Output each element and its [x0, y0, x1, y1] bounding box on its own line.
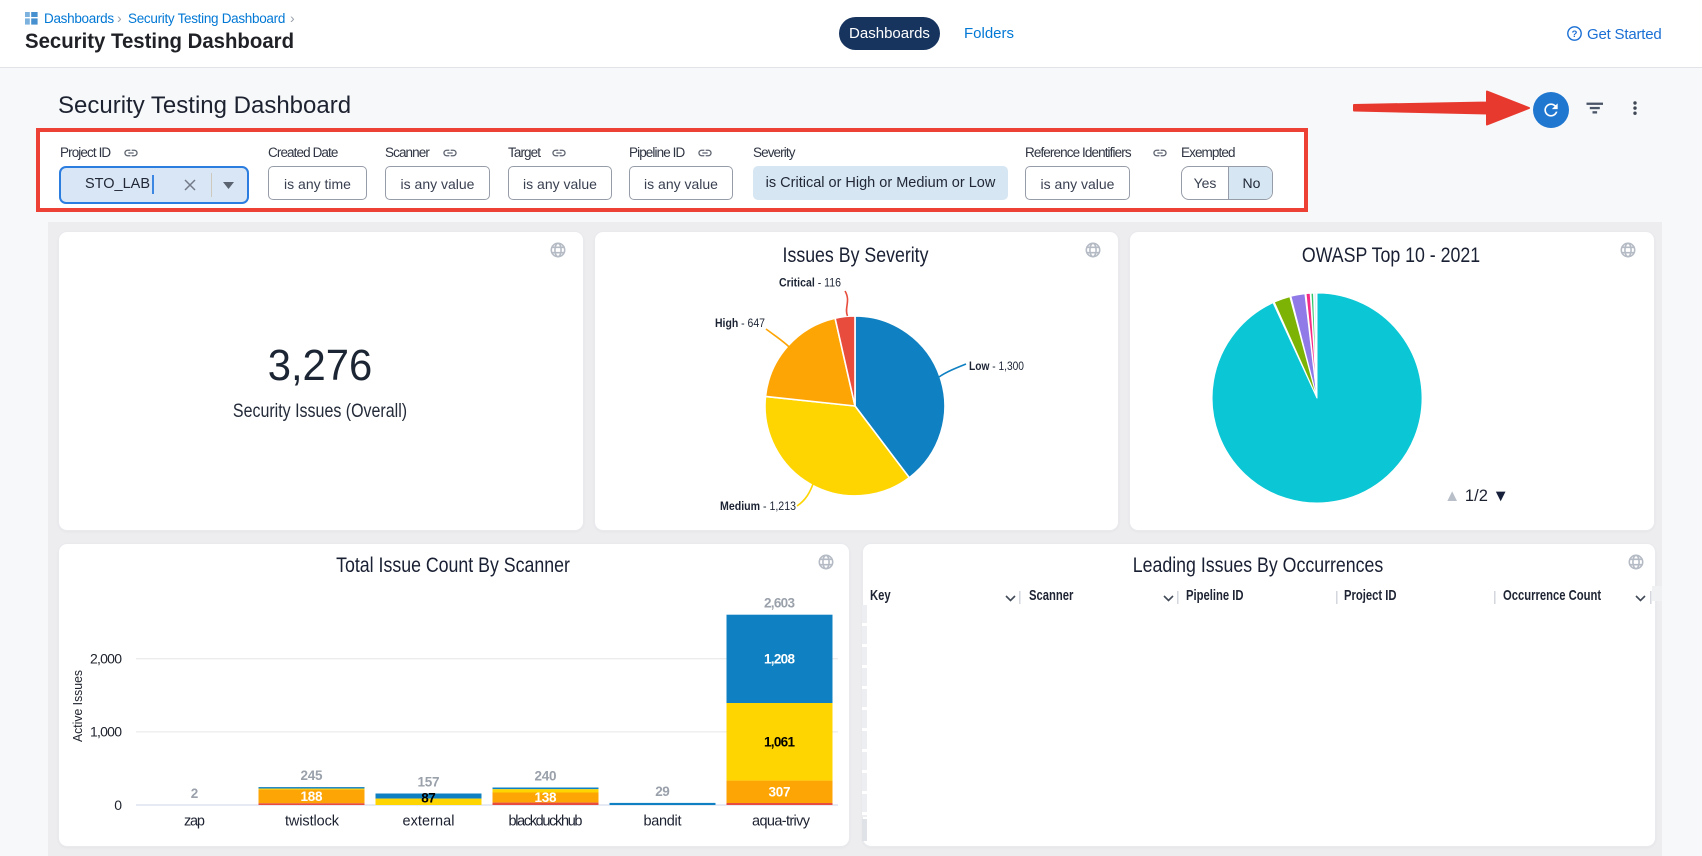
svg-text:0: 0	[114, 797, 122, 813]
svg-text:blackduckhub: blackduckhub	[509, 814, 583, 830]
svg-text:87: 87	[421, 791, 436, 806]
svg-text:157: 157	[418, 775, 440, 790]
svg-text:external: external	[403, 814, 455, 830]
svg-text:188: 188	[301, 789, 323, 804]
svg-text:2: 2	[191, 786, 199, 801]
svg-text:Critical - 116: Critical - 116	[779, 276, 841, 290]
svg-text:138: 138	[535, 790, 557, 805]
svg-text:1,208: 1,208	[764, 652, 795, 667]
svg-text:245: 245	[301, 768, 323, 783]
svg-text:aqua-trivy: aqua-trivy	[752, 814, 811, 830]
svg-text:High - 647: High - 647	[715, 316, 765, 330]
svg-text:1,061: 1,061	[764, 734, 795, 749]
svg-text:240: 240	[535, 769, 557, 784]
svg-text:Active Issues: Active Issues	[70, 670, 85, 742]
svg-text:307: 307	[769, 784, 791, 799]
svg-text:Low - 1,300: Low - 1,300	[969, 359, 1024, 373]
svg-text:zap: zap	[184, 814, 205, 830]
svg-text:29: 29	[655, 784, 670, 799]
svg-text:2,603: 2,603	[764, 596, 795, 611]
svg-text:Medium - 1,213: Medium - 1,213	[720, 499, 796, 513]
svg-text:1,000: 1,000	[90, 724, 122, 740]
svg-text:2,000: 2,000	[90, 651, 122, 667]
svg-text:twistlock: twistlock	[285, 814, 340, 830]
svg-text:?: ?	[1572, 29, 1578, 40]
svg-text:bandit: bandit	[644, 814, 682, 830]
